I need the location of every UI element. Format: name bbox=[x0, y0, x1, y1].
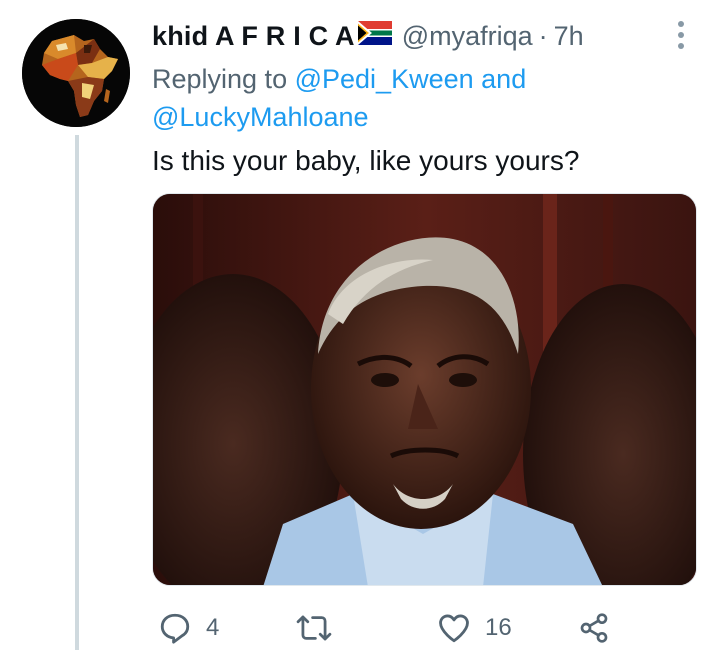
share-icon bbox=[580, 612, 608, 643]
author-avatar[interactable] bbox=[22, 19, 130, 127]
photo-of-elderly-man bbox=[153, 194, 696, 585]
author-display-name[interactable]: khid A F R I C A bbox=[152, 21, 355, 52]
share-button[interactable] bbox=[578, 605, 610, 650]
like-button[interactable]: 16 bbox=[437, 605, 512, 650]
reply-button[interactable]: 4 bbox=[158, 605, 219, 650]
tweet-photo[interactable] bbox=[152, 193, 697, 586]
africa-map-icon bbox=[22, 19, 130, 127]
author-handle[interactable]: @myafriqa bbox=[402, 21, 533, 52]
like-count: 16 bbox=[485, 613, 512, 641]
separator-dot: · bbox=[538, 20, 548, 51]
thread-line bbox=[75, 135, 79, 650]
tweet-header: khid A F R I C A @myafriqa · 7h bbox=[152, 16, 584, 56]
retweet-button[interactable] bbox=[296, 605, 346, 650]
tweet-actions: 4 16 bbox=[0, 605, 720, 650]
mention-link[interactable]: @LuckyMahloane bbox=[152, 102, 369, 132]
retweet-icon bbox=[296, 615, 332, 640]
reply-count: 4 bbox=[206, 613, 220, 641]
replying-to-prefix: Replying to bbox=[152, 64, 288, 94]
tweet-time[interactable]: 7h bbox=[554, 21, 584, 52]
reply-icon bbox=[160, 613, 190, 644]
mention-link[interactable]: @Pedi_Kween bbox=[295, 64, 474, 94]
mention-joiner[interactable]: and bbox=[481, 64, 526, 94]
tweet-text: Is this your baby, like yours yours? bbox=[152, 145, 580, 176]
south-africa-flag-icon bbox=[357, 20, 392, 52]
heart-icon bbox=[439, 614, 469, 642]
replying-to: Replying to @Pedi_Kween and @LuckyMahloa… bbox=[152, 60, 622, 136]
more-options-icon[interactable] bbox=[670, 18, 692, 52]
